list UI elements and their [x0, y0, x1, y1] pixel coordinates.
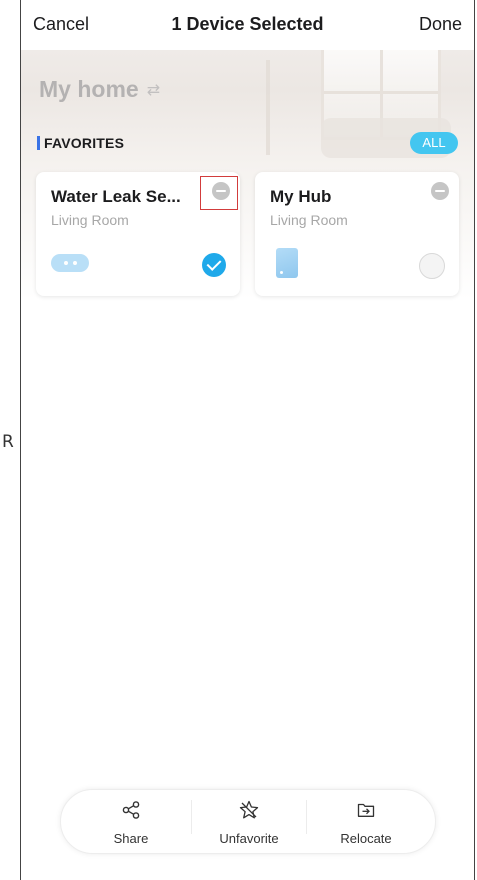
bottom-action-bar: Share Unfavorite Relocate: [60, 789, 436, 854]
background-lamp-decoration: [266, 60, 270, 155]
section-title: FAVORITES: [44, 135, 125, 151]
unfavorite-button[interactable]: Unfavorite: [194, 790, 304, 855]
device-room: Living Room: [51, 212, 129, 228]
home-switcher[interactable]: My home ⇄: [39, 76, 160, 103]
app-screen: Cancel 1 Device Selected Done My home ⇄ …: [20, 0, 475, 880]
relocate-label: Relocate: [340, 831, 392, 846]
device-room: Living Room: [270, 212, 348, 228]
highlight-box: [200, 176, 238, 210]
share-button[interactable]: Share: [76, 790, 186, 855]
remove-favorite-icon[interactable]: [431, 182, 449, 200]
relocate-button[interactable]: Relocate: [311, 790, 421, 855]
unfavorite-label: Unfavorite: [219, 831, 279, 846]
section-accent-bar: [37, 136, 40, 150]
relocate-folder-icon: [357, 803, 375, 817]
home-name: My home: [39, 76, 139, 102]
device-name: My Hub: [270, 187, 332, 206]
unfavorite-star-icon: [239, 800, 259, 819]
page-title: 1 Device Selected: [171, 14, 324, 34]
swap-arrows-icon: ⇄: [146, 80, 161, 99]
done-button[interactable]: Done: [419, 14, 462, 35]
favorites-section-header: FAVORITES: [37, 135, 124, 151]
unselected-circle-icon[interactable]: [419, 253, 445, 279]
hub-icon: [276, 248, 298, 278]
share-label: Share: [113, 831, 149, 846]
checkmark-selected-icon[interactable]: [202, 253, 226, 277]
divider: [306, 800, 307, 834]
device-card-my-hub[interactable]: My Hub Living Room: [255, 172, 459, 296]
device-card-water-leak-sensor[interactable]: Water Leak Se... Living Room: [36, 172, 240, 296]
divider: [191, 800, 192, 834]
navigation-bar: Cancel 1 Device Selected Done: [21, 0, 474, 50]
device-name: Water Leak Se...: [51, 187, 181, 206]
all-devices-button[interactable]: ALL: [410, 132, 458, 154]
share-icon: [122, 801, 140, 819]
stray-character: R: [2, 432, 14, 452]
water-leak-sensor-icon: [51, 254, 89, 272]
